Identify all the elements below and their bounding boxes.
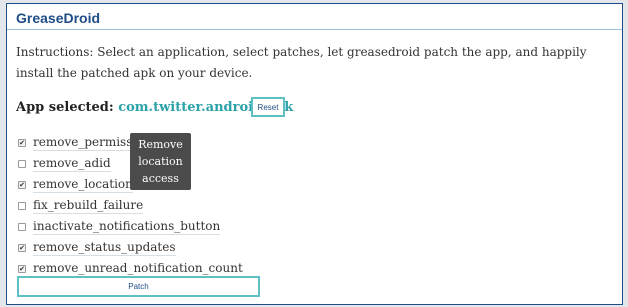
greasedroid-window: GreaseDroid Instructions: Select an appl… — [6, 3, 623, 305]
app-selected-label: App selected: — [16, 100, 114, 115]
reset-button[interactable]: Reset — [251, 97, 285, 117]
patch-button[interactable]: Patch — [17, 276, 260, 297]
patch-checkbox[interactable] — [18, 201, 26, 210]
instructions-text: Instructions: Select an application, sel… — [16, 45, 587, 80]
app-title: GreaseDroid — [16, 10, 101, 26]
tooltip-line: access — [142, 172, 179, 185]
patch-label: remove_location — [33, 177, 133, 193]
patch-item-inactivate-notifications-button[interactable]: inactivate_notifications_button — [18, 216, 318, 237]
patch-item-fix-rebuild-failure[interactable]: fix_rebuild_failure — [18, 195, 318, 216]
patch-label: remove_status_updates — [33, 240, 176, 256]
title-bar: GreaseDroid — [7, 4, 622, 30]
patch-checkbox[interactable] — [18, 222, 26, 231]
patch-tooltip: Remove location access — [130, 133, 191, 190]
patch-label: inactivate_notifications_button — [33, 219, 221, 235]
patch-checkbox[interactable]: ✔ — [18, 180, 26, 189]
patch-checkbox[interactable]: ✔ — [18, 138, 26, 147]
patch-label: remove_adid — [33, 156, 111, 172]
tooltip-line: location — [138, 155, 183, 168]
tooltip-line: Remove — [138, 138, 183, 151]
patch-label: fix_rebuild_failure — [33, 198, 144, 214]
patch-checkbox[interactable] — [18, 159, 26, 168]
patch-label: remove_unread_notification_count — [33, 261, 243, 277]
patch-checkbox[interactable]: ✔ — [18, 264, 26, 273]
patch-checkbox[interactable]: ✔ — [18, 243, 26, 252]
patch-item-remove-status-updates[interactable]: ✔ remove_status_updates — [18, 237, 318, 258]
